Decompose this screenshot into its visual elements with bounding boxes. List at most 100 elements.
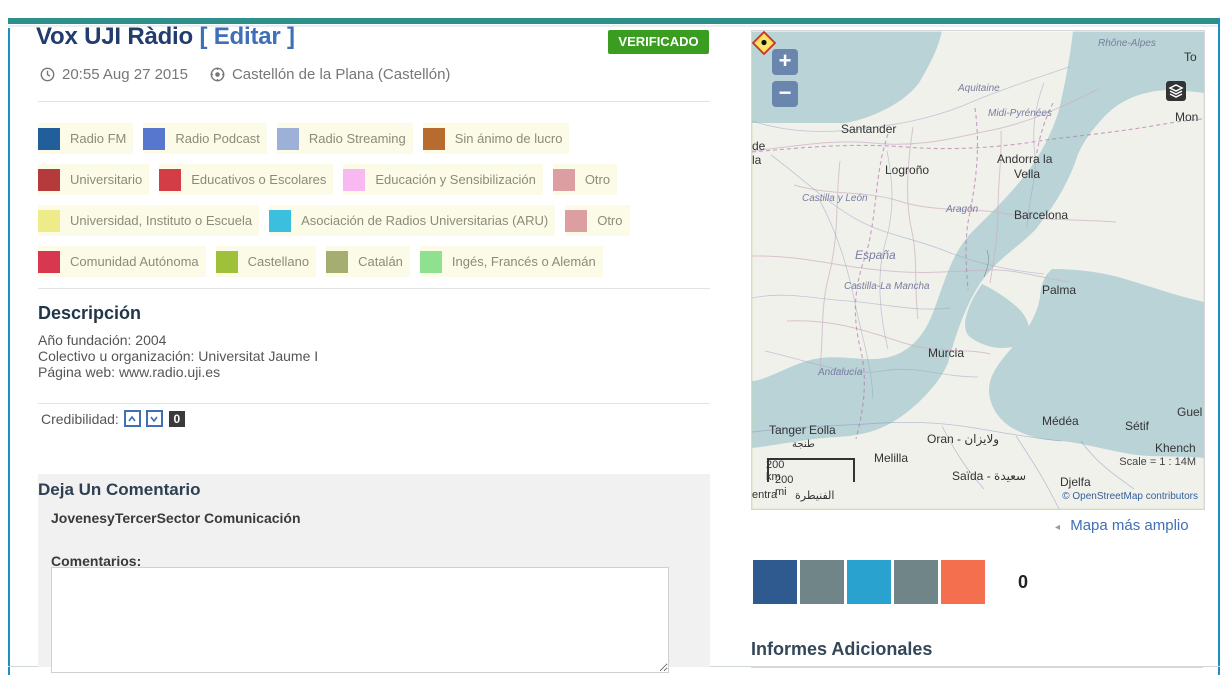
map-label-midi-pyrenees: Midi-Pyrénées [988,108,1052,119]
map-label-entra: entra [752,489,778,501]
category-tag[interactable]: Ingés, Francés o Alemán [419,246,603,277]
chevron-up-icon [128,415,136,421]
report-time: 20:55 Aug 27 2015 [62,66,188,83]
report-marker[interactable] [752,31,776,55]
category-tag[interactable]: Educación y Sensibilización [343,164,543,195]
category-tag[interactable]: Radio FM [38,123,134,154]
share-button[interactable] [800,560,844,604]
divider [38,403,710,404]
share-button[interactable] [941,560,985,604]
clock-icon [40,67,55,82]
category-label: Universitario [70,172,143,187]
bigger-map-link[interactable]: ◂ Mapa más amplio [1055,517,1189,534]
map-label-vella: Vella [1014,167,1041,181]
category-label: Ingés, Francés o Alemán [451,254,596,269]
category-color-swatch [143,127,166,150]
window-right-border [1218,18,1220,675]
category-tag[interactable]: Castellano [215,246,317,277]
category-tags: Radio FM Radio Podcast Radio Streaming Sin … [38,118,713,282]
category-color-swatch [419,250,442,273]
scale-line [853,459,855,482]
location-icon [210,67,225,82]
category-color-swatch [269,209,292,232]
scale-mi: 200 mi [775,474,794,498]
category-tag[interactable]: Universitario [38,164,150,195]
map-label-palma: Palma [1042,283,1077,297]
map-label-guel: Guel [1177,405,1203,419]
category-color-swatch [38,209,60,232]
map-label-khench: Khench [1155,441,1196,455]
category-label: Radio FM [70,131,127,146]
category-row: Universitario Educativos o Escolares Educa… [38,159,713,200]
divider [38,288,710,289]
comment-textarea[interactable] [51,567,669,673]
window-left-border [8,28,10,675]
category-tag[interactable]: Otro [552,164,618,195]
category-tag[interactable]: Otro [565,205,630,236]
scale-line [767,458,855,460]
category-color-swatch [422,127,445,150]
category-row: Radio FM Radio Podcast Radio Streaming Sin … [38,118,713,159]
category-tag[interactable]: Sin ánimo de lucro [422,123,570,154]
category-row: Comunidad Autónoma Castellano Catalán Ingés… [38,241,713,282]
map-label-tanger-ar: طنجة [792,439,815,450]
category-tag[interactable]: Catalán [326,246,410,277]
map-label-espana: España [855,248,896,262]
map-label-aquitaine: Aquitaine [958,83,1000,94]
map-label-aragon: Aragón [946,204,979,215]
map-label-ukm: الفنيطرة [795,490,835,502]
map-label-andorra-la: Andorra la [997,152,1053,166]
category-label: Castellano [247,254,310,269]
map-attribution[interactable]: © OpenStreetMap contributors [1062,491,1198,502]
zoom-out-button[interactable]: − [772,81,798,107]
map-label-melilla: Melilla [874,451,909,465]
additional-reports-divider [751,666,1203,668]
comment-form: Deja Un Comentario JovenesyTercerSector … [38,474,710,673]
description-heading: Descripción [38,303,142,323]
share-button[interactable] [847,560,891,604]
category-tag[interactable]: Radio Podcast [143,123,267,154]
map-label-la: la [752,153,762,167]
category-label: Radio Podcast [175,131,260,146]
category-tag[interactable]: Radio Streaming [276,123,413,154]
map-label-djelfa: Djelfa [1060,475,1091,489]
credibility-label: Credibilidad: [41,410,119,427]
share-button[interactable] [753,560,797,604]
meta-info: 20:55 Aug 27 2015 Castellón de la Plana … [40,66,450,83]
edit-link[interactable]: [ Editar ] [199,23,295,50]
category-tag[interactable]: Universidad, Instituto o Escuela [38,205,260,236]
category-color-swatch [326,250,349,273]
category-tag[interactable]: Comunidad Autónoma [38,246,206,277]
category-label: Otro [597,213,623,228]
category-label: Universidad, Instituto o Escuela [70,213,253,228]
additional-reports-heading: Informes Adicionales [751,639,933,659]
page-title: Vox UJI Ràdio [ Editar ] [36,23,295,50]
category-color-swatch [276,127,299,150]
category-color-swatch [552,168,575,191]
share-count: 0 [1018,572,1029,592]
category-label: Radio Streaming [308,131,406,146]
bigger-map-label: Mapa más amplio [1070,517,1189,534]
upvote-button[interactable] [123,410,141,427]
category-label: Catalán [358,254,403,269]
downvote-button[interactable] [145,410,163,427]
category-tag[interactable]: Educativos o Escolares [159,164,334,195]
map-label-logrono: Logroño [885,163,930,177]
layers-button[interactable] [1166,81,1186,101]
category-label: Sin ánimo de lucro [454,131,563,146]
category-color-swatch [38,168,60,191]
chevron-left-icon: ◂ [1055,522,1061,533]
map-label-castilla-y-leon: Castilla y León [802,193,868,204]
category-label: Asociación de Radios Universitarias (ARU… [301,213,549,228]
map-label-barcelona: Barcelona [1014,208,1069,222]
category-tag[interactable]: Asociación de Radios Universitarias (ARU… [269,205,556,236]
category-label: Comunidad Autónoma [70,254,199,269]
credibility-row: Credibilidad: 0 [41,410,185,427]
location-text: Castellón de la Plana (Castellón) [231,66,451,83]
founded-line: Año fundación: 2004 [38,332,167,348]
organization-line: Colectivo u organización: Universitat Ja… [38,348,319,364]
map-label-andalucia: Andalucía [818,367,863,378]
description-text: Año fundación: 2004 Colectivo u organiza… [38,332,318,380]
share-button[interactable] [894,560,938,604]
map-panel[interactable]: + − Rhône-Alpes To Aquitaine Midi-Pyréné… [751,30,1205,510]
